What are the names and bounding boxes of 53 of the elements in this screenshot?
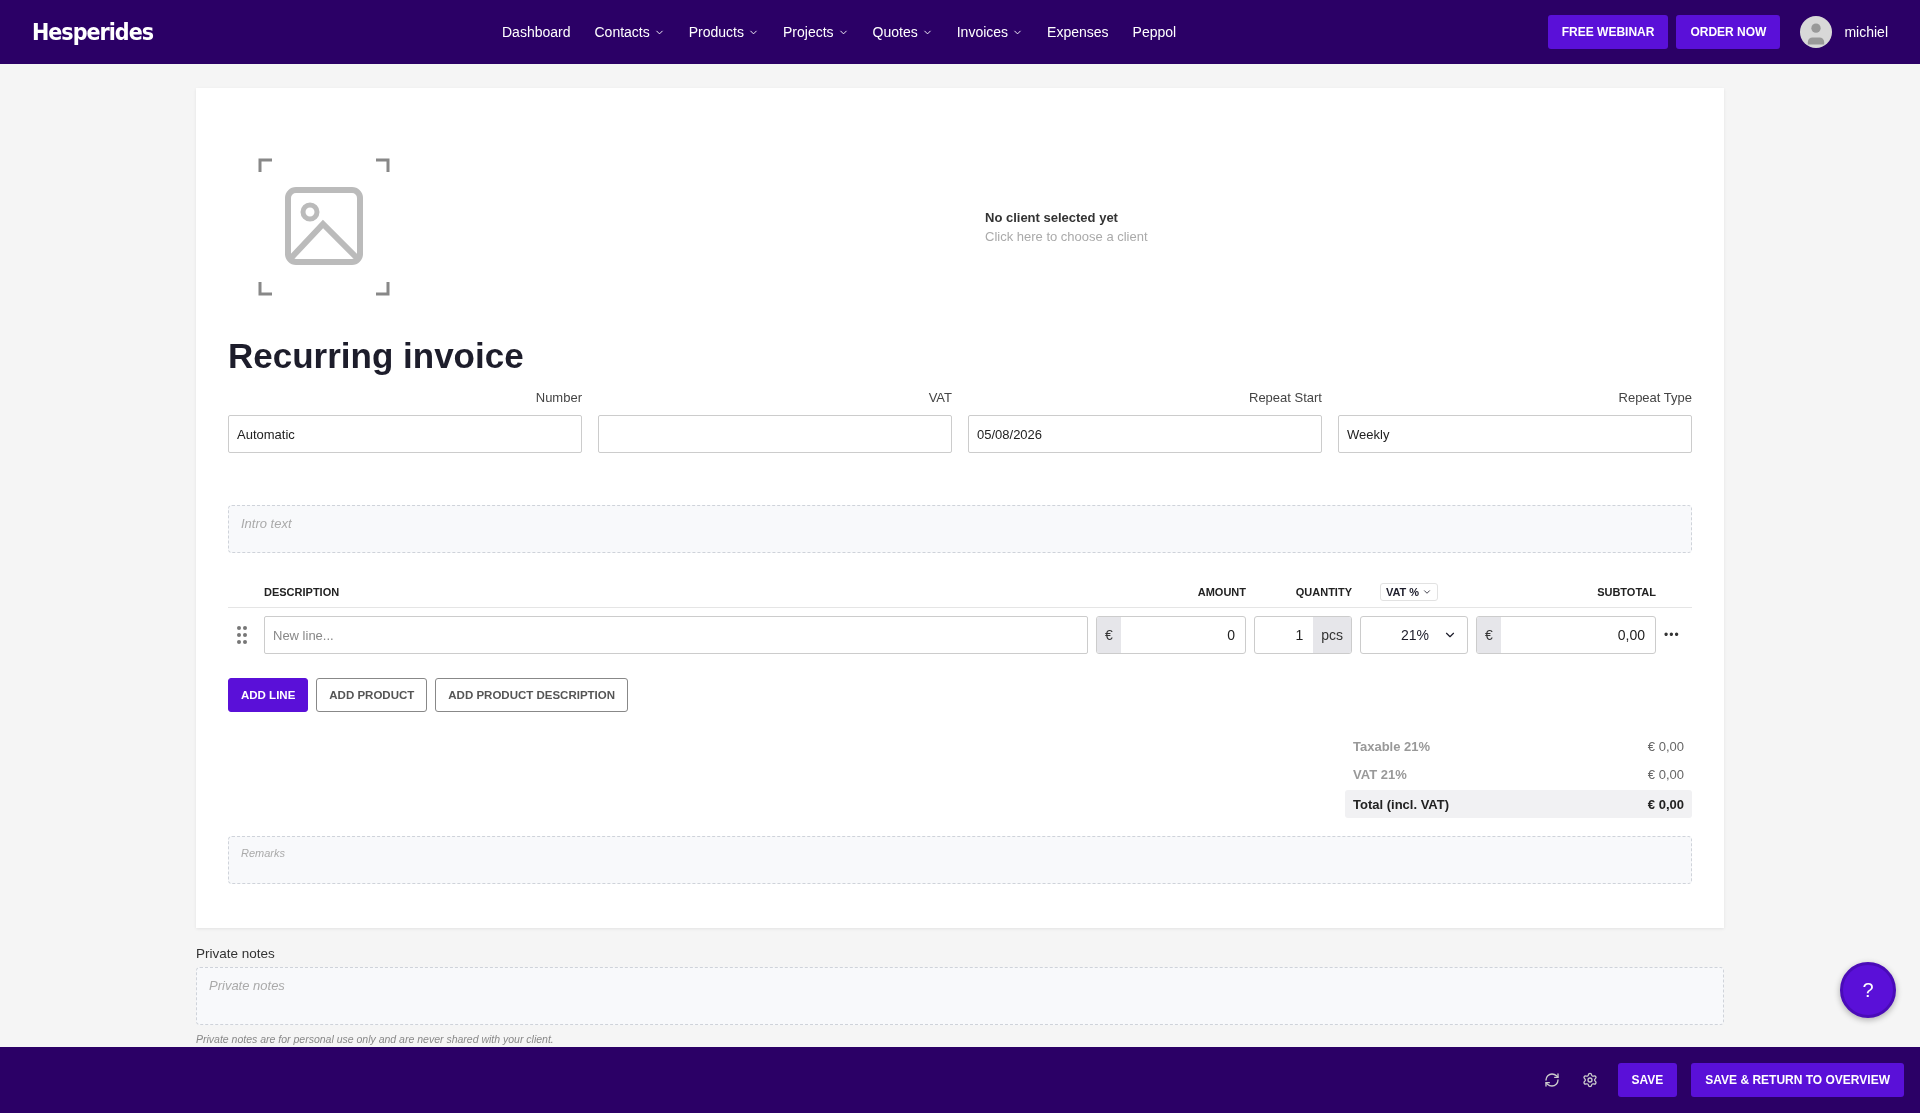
refresh-icon[interactable] [1543,1072,1560,1088]
total-label: Taxable 21% [1353,738,1431,754]
column-header: SUBTOTAL [1596,586,1656,598]
nav-link[interactable]: Dashboard [502,24,571,40]
input-field[interactable] [598,415,952,453]
help-button[interactable]: ? [1840,962,1896,1018]
action-button[interactable]: ADD LINE [228,678,309,712]
nav-link[interactable]: Projects [783,24,849,40]
save-return-button[interactable]: SAVE & RETURN TO OVERVIEW [1691,1063,1904,1097]
avatar[interactable] [1800,16,1833,48]
settings-icon[interactable] [1581,1072,1598,1088]
drag-handle-icon[interactable] [237,626,247,644]
logo: Hesperides [32,19,154,45]
nav-link[interactable]: Invoices [956,24,1024,40]
total-value: € 0,00 [1647,738,1684,754]
action-button[interactable]: ADD PRODUCT [316,678,428,712]
total-label: VAT 21% [1353,766,1407,782]
more-menu[interactable]: ••• [1664,628,1692,642]
quantity-field[interactable]: 1 pcs [1254,616,1352,654]
vat-column-dropdown[interactable]: VAT % [1379,583,1439,601]
column-header: QUANTITY [1294,586,1352,598]
column-header: AMOUNT [1196,586,1246,598]
description-field[interactable]: New line... [264,616,1088,654]
vat-select[interactable]: 21% [1360,616,1468,654]
field-label: Repeat Type [1617,390,1692,405]
nav-link[interactable]: Peppol [1132,24,1177,40]
client-title[interactable]: No client selected yet [985,210,1148,225]
input-field[interactable]: Weekly [1338,415,1692,453]
save-button[interactable]: SAVE [1617,1063,1678,1097]
total-value: € 0,00 [1647,766,1684,782]
input-field[interactable]: Automatic [228,415,582,453]
nav-link[interactable]: Products [688,24,759,40]
total-value: € 0,00 [1647,796,1684,812]
amount-field[interactable]: € 0 [1096,616,1246,654]
nav-link[interactable]: Expenses [1047,24,1109,40]
image-placeholder-icon [258,158,390,296]
nav-link[interactable]: Contacts [594,24,665,40]
field-label: Repeat Start [1248,390,1322,405]
webinar-button[interactable]: FREE WEBINAR [1547,15,1669,49]
page-title: Recurring invoice [228,336,525,376]
order-button[interactable]: ORDER NOW [1676,15,1781,49]
input-field[interactable]: 05/08/2026 [968,415,1322,453]
chevron-down-icon [1422,587,1433,597]
action-button[interactable]: ADD PRODUCT DESCRIPTION [435,678,629,712]
notes-hint: Private notes are for personal use only and are never shared with your client. [196,1033,555,1045]
notes-label: Private notes [196,946,276,961]
field-label: Number [534,390,582,405]
column-header: DESCRIPTION [264,586,341,598]
nav-link[interactable]: Quotes [872,24,933,40]
subtotal-field[interactable]: € 0,00 [1476,616,1656,654]
user-name[interactable]: michiel [1844,24,1888,40]
field-label: VAT [927,390,952,405]
total-label: Total (incl. VAT) [1353,796,1450,812]
